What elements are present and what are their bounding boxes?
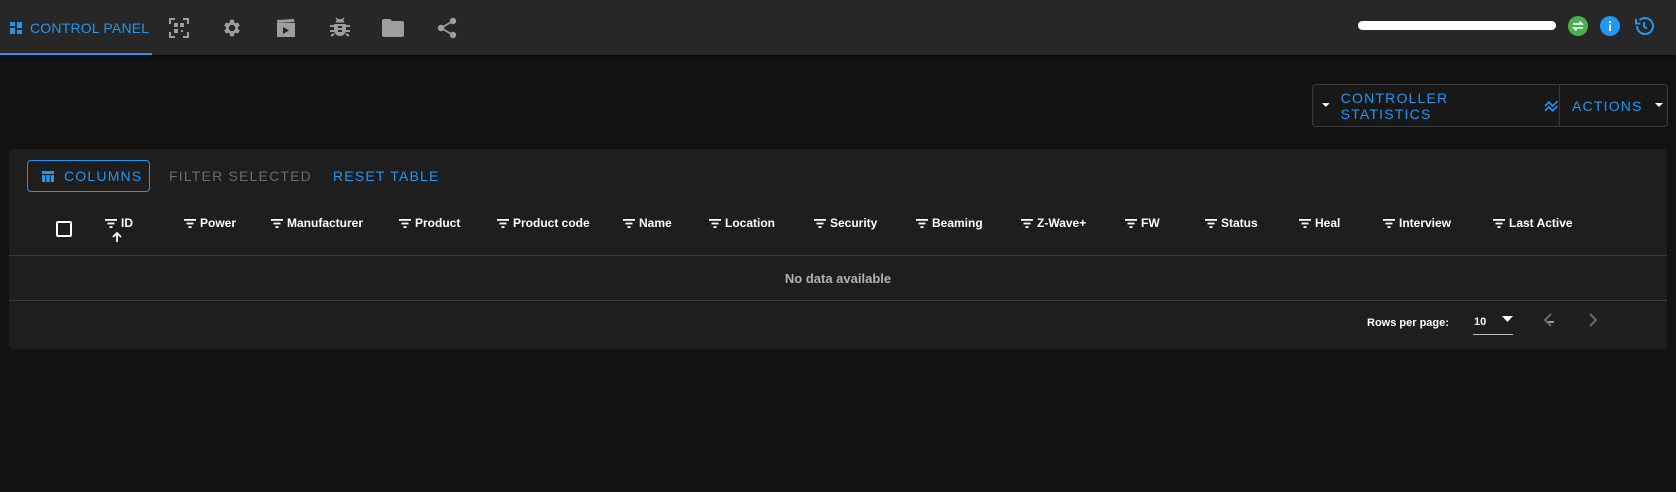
tab-smart-start[interactable] — [152, 0, 206, 55]
columns-button[interactable]: COLUMNS — [27, 160, 150, 192]
column-header-label: Security — [830, 216, 878, 230]
actions-menu-button[interactable]: ACTIONS — [1560, 85, 1667, 126]
status-progress-bar — [1358, 21, 1556, 30]
rows-per-page-select[interactable]: 10 — [1473, 306, 1513, 335]
filter-icon — [916, 218, 928, 228]
next-page-button[interactable] — [1578, 305, 1608, 335]
status-progress-fill — [1358, 21, 1556, 30]
filter-icon — [1125, 218, 1137, 228]
history-button[interactable] — [1633, 15, 1655, 37]
column-header-interview[interactable]: Interview — [1383, 216, 1451, 230]
column-header-label: ID — [121, 216, 133, 230]
gear-icon — [224, 19, 240, 36]
column-header-product[interactable]: Product — [399, 216, 460, 230]
tab-scenes[interactable] — [259, 0, 313, 55]
sync-status-icon — [1568, 16, 1588, 36]
reset-table-label: RESET TABLE — [333, 168, 440, 184]
chevron-right-icon — [1589, 313, 1598, 327]
caret-down-icon — [1502, 316, 1513, 322]
column-header-fw[interactable]: FW — [1125, 216, 1160, 230]
column-header-label: Heal — [1315, 216, 1341, 230]
column-header-label: Z-Wave+ — [1037, 216, 1087, 230]
info-icon — [1600, 16, 1620, 36]
column-header-z-wave[interactable]: Z-Wave+ — [1021, 216, 1086, 230]
column-header-label: Name — [639, 216, 672, 230]
filter-icon — [1383, 218, 1395, 228]
column-header-security[interactable]: Security — [814, 216, 877, 230]
columns-label: COLUMNS — [64, 168, 143, 184]
filter-icon — [271, 218, 283, 228]
chart-trend-icon — [1543, 100, 1558, 112]
rows-per-page-label: Rows per page: — [1367, 317, 1449, 329]
empty-table-message: No data available — [9, 256, 1667, 301]
history-icon — [1635, 17, 1654, 35]
filter-icon — [1021, 218, 1033, 228]
select-all-checkbox[interactable] — [56, 221, 72, 237]
column-header-status[interactable]: Status — [1205, 216, 1258, 230]
nodes-table-card: COLUMNS FILTER SELECTED RESET TABLE ID Po… — [9, 149, 1667, 349]
column-header-heal[interactable]: Heal — [1299, 216, 1340, 230]
filter-icon — [497, 218, 509, 228]
clapperboard-icon — [277, 18, 295, 37]
tab-settings[interactable] — [205, 0, 259, 55]
caret-down-icon — [1654, 102, 1663, 107]
filter-icon — [399, 218, 411, 228]
filter-icon — [623, 218, 635, 228]
bug-icon — [330, 17, 350, 37]
view-column-icon — [42, 170, 54, 182]
tab-control-panel[interactable]: CONTROL PANEL — [0, 0, 152, 55]
filter-icon — [184, 218, 196, 228]
column-header-label: Location — [725, 216, 775, 230]
filter-icon — [709, 218, 721, 228]
reset-table-button[interactable]: RESET TABLE — [333, 160, 440, 192]
column-header-product-code[interactable]: Product code — [497, 216, 590, 230]
column-header-location[interactable]: Location — [709, 216, 775, 230]
tab-control-panel-label: CONTROL PANEL — [30, 19, 150, 36]
share-icon — [437, 17, 457, 38]
column-header-power[interactable]: Power — [184, 216, 236, 230]
column-header-label: Last Active — [1509, 216, 1573, 230]
column-header-label: FW — [1141, 216, 1160, 230]
filter-icon — [1493, 218, 1505, 228]
previous-page-button[interactable] — [1533, 305, 1563, 335]
column-header-manufacturer[interactable]: Manufacturer — [271, 216, 363, 230]
tab-network-graph[interactable] — [420, 0, 474, 55]
filter-selected-label: FILTER SELECTED — [169, 168, 312, 184]
sync-status-button[interactable] — [1567, 15, 1589, 37]
chevron-left-icon — [1543, 313, 1552, 327]
folder-icon — [382, 18, 404, 37]
column-header-label: Interview — [1399, 216, 1452, 230]
controller-statistics-button[interactable]: CONTROLLER STATISTICS — [1313, 85, 1560, 126]
column-header-beaming[interactable]: Beaming — [916, 216, 983, 230]
filter-icon — [814, 218, 826, 228]
column-header-label: Product code — [513, 216, 590, 230]
active-tab-indicator — [0, 53, 152, 55]
controller-actions-group: CONTROLLER STATISTICS ACTIONS — [1312, 84, 1668, 127]
tab-debug[interactable] — [313, 0, 367, 55]
column-header-label: Product — [415, 216, 461, 230]
sort-ascending-icon[interactable] — [111, 231, 123, 243]
info-button[interactable] — [1599, 15, 1621, 37]
column-header-label: Manufacturer — [287, 216, 364, 230]
column-header-last-active[interactable]: Last Active — [1493, 216, 1573, 230]
qr-scan-icon — [169, 17, 189, 38]
column-header-name[interactable]: Name — [623, 216, 672, 230]
filter-icon — [105, 218, 117, 228]
column-header-id[interactable]: ID — [105, 216, 133, 230]
filter-icon — [1299, 218, 1311, 228]
dashboard-icon — [10, 21, 22, 34]
top-navigation-bar: CONTROL PANEL — [0, 0, 1676, 55]
filter-icon — [1205, 218, 1217, 228]
caret-down-icon — [1321, 102, 1330, 107]
controller-statistics-label: CONTROLLER STATISTICS — [1340, 89, 1449, 122]
filter-selected-button[interactable]: FILTER SELECTED — [169, 160, 312, 192]
column-header-label: Power — [200, 216, 237, 230]
column-header-label: Beaming — [932, 216, 983, 230]
actions-label: ACTIONS — [1572, 97, 1643, 114]
tab-store[interactable] — [366, 0, 420, 55]
column-header-label: Status — [1221, 216, 1258, 230]
rows-per-page-value: 10 — [1474, 316, 1487, 328]
